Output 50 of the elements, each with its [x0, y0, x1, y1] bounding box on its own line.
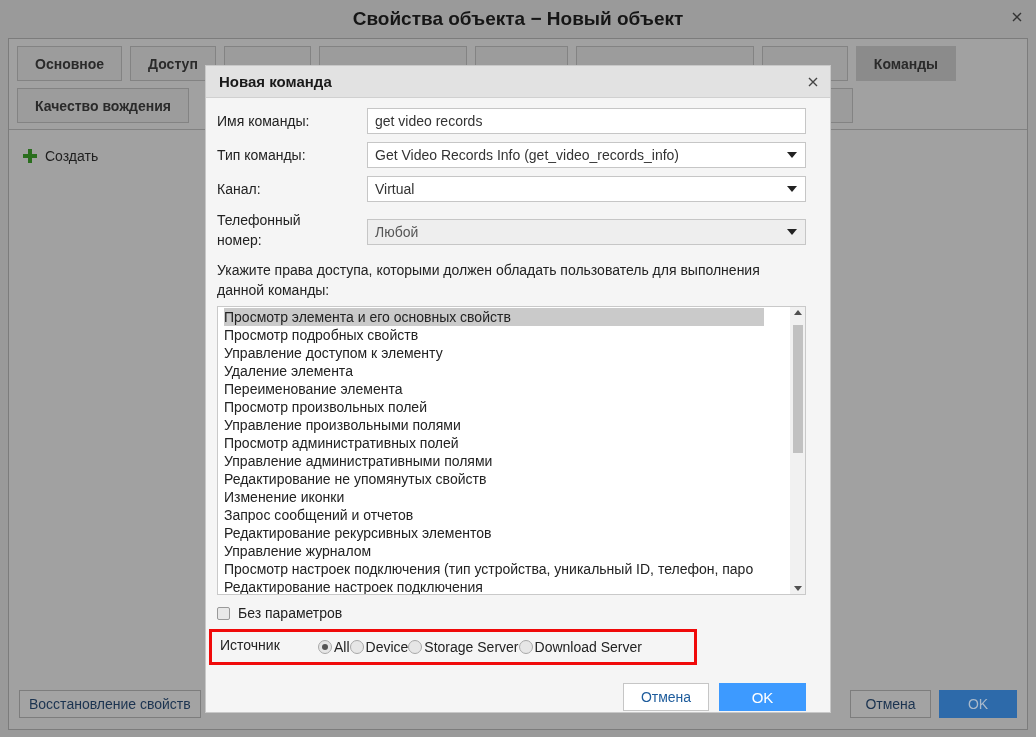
- field-label: Тип команды:: [217, 146, 307, 165]
- rights-list[interactable]: [217, 306, 806, 595]
- access-rights-text: Укажите права доступа, которыми должен обладать пользователь для выполнения данной команды:: [217, 261, 761, 300]
- list-item[interactable]: Просмотр настроек подключения (тип устройства, уникальный ID, телефон, паро: [224, 560, 754, 578]
- list-item[interactable]: Запрос сообщений и отчетов: [224, 506, 414, 524]
- radio-option[interactable]: Storage Server: [408, 639, 519, 655]
- list-item[interactable]: Редактирование рекурсивных элементов: [224, 524, 492, 542]
- radio-option[interactable]: Device: [349, 639, 409, 655]
- dropdown[interactable]: Virtual: [367, 176, 806, 202]
- tab[interactable]: Команды: [855, 46, 956, 81]
- list-item[interactable]: Редактирование настроек подключения: [224, 578, 483, 594]
- radio-option[interactable]: All: [318, 639, 350, 655]
- tab[interactable]: Доступ: [130, 46, 216, 81]
- list-item[interactable]: Удаление элемента: [224, 362, 353, 380]
- dialog-title: Новая команда: [219, 73, 332, 90]
- caret-icon: [787, 152, 797, 158]
- close-icon[interactable]: [808, 76, 818, 87]
- create-button[interactable]: Создать: [23, 148, 99, 164]
- plus-icon: [23, 149, 37, 163]
- source-label: Источник: [220, 637, 281, 653]
- input-field[interactable]: get video records: [367, 108, 806, 134]
- window-title: Свойства объекта − Новый объект: [352, 8, 684, 30]
- dropdown[interactable]: Get Video Records Info (get_video_records_info): [367, 142, 806, 168]
- list-item[interactable]: Просмотр произвольных полей: [224, 398, 427, 416]
- list-item[interactable]: Просмотр административных полей: [224, 434, 459, 452]
- caret-icon: [787, 186, 797, 192]
- scroll-up-arrow-icon[interactable]: [793, 310, 802, 315]
- tab[interactable]: Качество вождения: [17, 88, 189, 123]
- close-icon[interactable]: [1012, 12, 1022, 22]
- scrollbar[interactable]: [790, 307, 805, 594]
- list-item[interactable]: Изменение иконки: [224, 488, 345, 506]
- list-item[interactable]: Просмотр элемента и его основных свойств: [224, 308, 764, 326]
- list-item[interactable]: Редактирование не упомянутых свойств: [224, 470, 487, 488]
- scroll-down-arrow-icon[interactable]: [793, 586, 802, 591]
- cancel-button[interactable]: Отмена: [623, 683, 709, 711]
- field-label: Телефонный номер:: [217, 211, 302, 250]
- list-item[interactable]: Просмотр подробных свойств: [224, 326, 419, 344]
- caret-icon: [787, 229, 797, 235]
- cancel-button[interactable]: Отмена: [850, 690, 931, 718]
- list-item[interactable]: Управление произвольными полями: [224, 416, 461, 434]
- field-label: Имя команды:: [217, 112, 311, 131]
- field-label: Канал:: [217, 180, 262, 199]
- list-item[interactable]: Управление доступом к элементу: [224, 344, 443, 362]
- no-parameters-checkbox[interactable]: Без параметров: [217, 605, 343, 621]
- tab[interactable]: Основное: [17, 46, 123, 81]
- radio-option[interactable]: Download Server: [518, 639, 642, 655]
- list-item[interactable]: Управление журналом: [224, 542, 372, 560]
- list-item[interactable]: Управление административными полями: [224, 452, 493, 470]
- restore-properties-button[interactable]: Восстановление свойств: [19, 690, 201, 718]
- list-item[interactable]: Переименование элемента: [224, 380, 403, 398]
